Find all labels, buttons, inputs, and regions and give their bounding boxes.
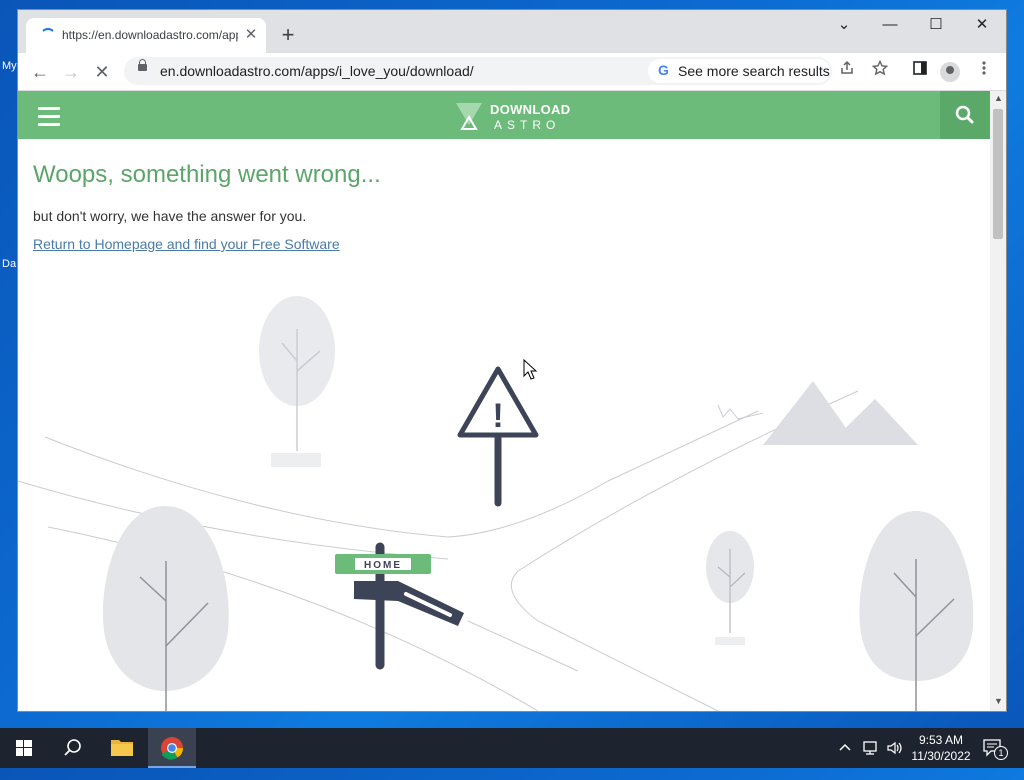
windows-logo-icon [16,740,32,756]
clock-date: 11/30/2022 [911,749,971,763]
profile-avatar[interactable] [940,62,960,82]
search-icon [64,739,81,756]
page-viewport: DOWNLOAD ASTRO Woops, something went wro… [18,91,990,711]
warning-sign-icon: ! [457,366,539,507]
loading-spinner-icon [40,28,56,44]
notification-count-badge: 1 [994,746,1008,760]
logo-word-download: DOWNLOAD [490,102,571,117]
search-icon [955,105,974,124]
vertical-scrollbar[interactable]: ▲ ▼ [990,91,1006,711]
address-url[interactable]: en.downloadastro.com/apps/i_love_you/dow… [160,63,474,79]
site-header: DOWNLOAD ASTRO [18,91,990,139]
start-button[interactable] [0,728,48,768]
return-homepage-link[interactable]: Return to Homepage and find your Free So… [33,236,340,252]
tab-search-icon[interactable]: ⌄ [821,10,867,42]
scrollbar-thumb[interactable] [993,109,1003,239]
search-chip-label: See more search results [678,63,830,79]
tree-illustration [102,506,229,711]
tree-illustration [259,296,335,467]
home-sign-label: HOME [364,560,402,571]
home-signpost-icon: HOME [335,542,464,670]
side-panel-icon[interactable] [907,59,933,85]
lock-icon[interactable] [138,59,147,71]
logo-word-astro: ASTRO [494,118,561,132]
maximize-button[interactable]: ☐ [913,10,959,42]
volume-icon[interactable] [886,740,904,780]
address-bar[interactable]: en.downloadastro.com/apps/i_love_you/dow… [124,57,832,85]
hamburger-menu-icon[interactable] [38,107,60,131]
close-window-button[interactable]: ✕ [959,10,1005,42]
chrome-icon [161,737,183,760]
tree-illustration [859,511,974,711]
error-subtitle: but don't worry, we have the answer for … [33,208,307,224]
error-title: Woops, something went wrong... [33,161,381,188]
mouse-cursor-icon [523,359,537,380]
scroll-down-arrow-icon[interactable]: ▼ [994,696,1003,706]
browser-window: https://en.downloadastro.com/apps/i_love… [18,10,1006,711]
forward-button[interactable]: → [58,59,84,85]
share-icon[interactable] [834,59,860,85]
desktop-icon-label[interactable]: My [2,60,17,72]
scroll-up-arrow-icon[interactable]: ▲ [994,93,1003,103]
search-results-chip[interactable]: G See more search results [648,59,830,83]
site-logo[interactable]: DOWNLOAD ASTRO [454,101,574,133]
desktop-icon-label[interactable]: Da [2,258,16,270]
windows-taskbar: 9:53 AM 11/30/2022 1 [0,728,1024,768]
notification-center-button[interactable]: 1 [982,738,1008,760]
menu-kebab-icon[interactable] [971,59,997,85]
chrome-taskbar-button[interactable] [148,728,196,768]
site-search-button[interactable] [940,91,990,139]
show-hidden-icons-chevron-icon[interactable] [838,740,852,780]
browser-tab[interactable]: https://en.downloadastro.com/apps/i_love… [26,18,266,53]
file-explorer-button[interactable] [98,728,146,768]
tab-title: https://en.downloadastro.com/apps/i_love… [62,28,238,42]
clock-time: 9:53 AM [918,733,964,747]
back-button[interactable]: ← [27,59,53,85]
folder-icon [111,740,133,756]
warning-mark: ! [492,397,503,435]
new-tab-button[interactable]: + [276,24,300,48]
google-icon: G [658,62,669,78]
taskbar-clock[interactable]: 9:53 AM 11/30/2022 [906,732,976,764]
browser-toolbar: ← → ✕ en.downloadastro.com/apps/i_love_y… [18,53,1006,91]
network-icon[interactable] [862,740,880,780]
browser-titlebar: https://en.downloadastro.com/apps/i_love… [18,10,1006,53]
tree-illustration [706,531,754,645]
bookmark-star-icon[interactable] [867,59,893,85]
stop-loading-button[interactable]: ✕ [89,59,115,85]
lost-road-illustration: ! HOME [18,296,974,711]
minimize-button[interactable]: — [867,10,913,42]
tab-close-icon[interactable]: ✕ [242,26,260,44]
search-button[interactable] [48,728,96,768]
